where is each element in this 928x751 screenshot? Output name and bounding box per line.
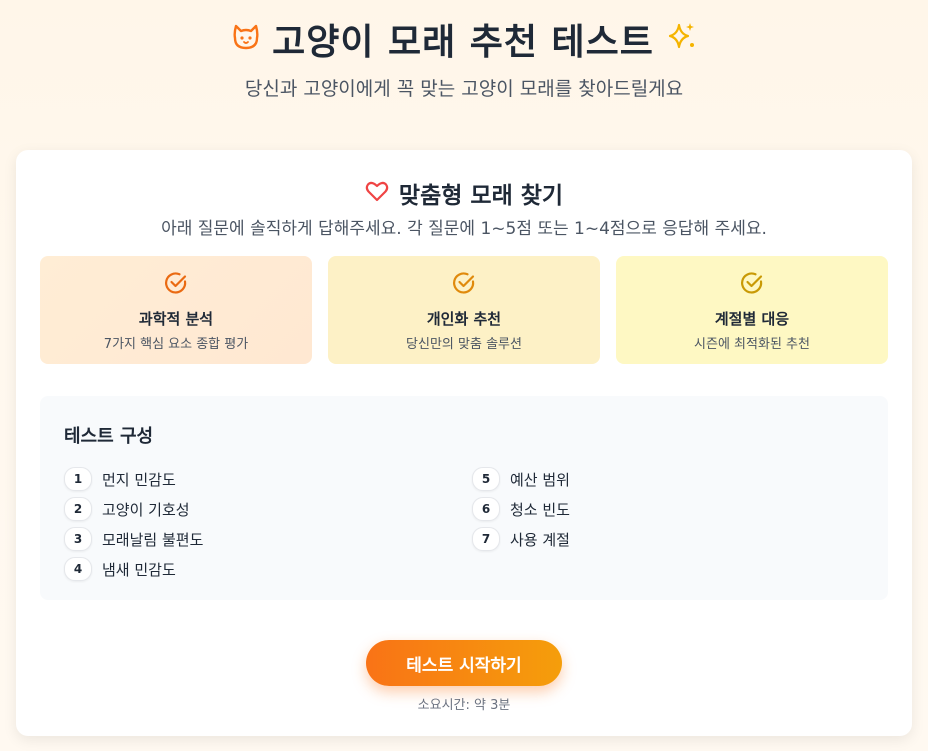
feature-title: 개인화 추천 — [426, 310, 502, 328]
item-number-badge: 4 — [64, 557, 92, 581]
list-item: 6 청소 빈도 — [472, 494, 570, 524]
feature-desc: 7가지 핵심 요소 종합 평가 — [103, 337, 249, 352]
check-circle-icon — [451, 272, 477, 300]
composition-title: 테스트 구성 — [64, 426, 154, 447]
item-label: 사용 계절 — [510, 530, 570, 549]
feature-title: 계절별 대응 — [714, 310, 790, 328]
feature-seasonal: 계절별 대응 시즌에 최적화된 추천 — [616, 256, 888, 364]
list-item: 7 사용 계절 — [472, 524, 570, 554]
item-number-badge: 7 — [472, 527, 500, 551]
item-label: 예산 범위 — [510, 470, 570, 489]
feature-desc: 당신만의 맞춤 솔루션 — [406, 337, 522, 352]
feature-desc: 시즌에 최적화된 추천 — [694, 337, 810, 352]
page-title: 고양이 모래 추천 테스트 — [272, 22, 654, 63]
title-row: 고양이 모래 추천 테스트 — [0, 14, 928, 64]
start-test-button[interactable]: 테스트 시작하기 — [366, 640, 562, 686]
test-card: 맞춤형 모래 찾기 아래 질문에 솔직하게 답해주세요. 각 질문에 1~5점 … — [16, 150, 912, 736]
list-item: 1 먼지 민감도 — [64, 464, 203, 494]
sparkles-icon — [664, 20, 698, 58]
duration-text: 소요시간: 약 3분 — [417, 698, 511, 713]
page-subtitle: 당신과 고양이에게 꼭 맞는 고양이 모래를 찾아드릴게요 — [244, 78, 684, 100]
item-number-badge: 3 — [64, 527, 92, 551]
card-title: 맞춤형 모래 찾기 — [398, 183, 564, 209]
page-header: 고양이 모래 추천 테스트 당신과 고양이에게 꼭 맞는 고양이 모래를 찾아드… — [0, 14, 928, 101]
list-item: 5 예산 범위 — [472, 464, 570, 494]
item-number-badge: 6 — [472, 497, 500, 521]
check-circle-icon — [739, 272, 765, 300]
feature-list: 과학적 분석 7가지 핵심 요소 종합 평가 개인화 추천 당신만의 맞춤 솔루… — [40, 256, 888, 364]
card-title-row: 맞춤형 모래 찾기 — [16, 176, 912, 210]
item-number-badge: 1 — [64, 467, 92, 491]
item-label: 고양이 기호성 — [102, 500, 190, 519]
list-item: 2 고양이 기호성 — [64, 494, 203, 524]
feature-title: 과학적 분석 — [138, 310, 214, 328]
list-item: 4 냄새 민감도 — [64, 554, 203, 584]
feature-personalized: 개인화 추천 당신만의 맞춤 솔루션 — [328, 256, 600, 364]
item-label: 냄새 민감도 — [102, 560, 176, 579]
item-number-badge: 5 — [472, 467, 500, 491]
feature-scientific-analysis: 과학적 분석 7가지 핵심 요소 종합 평가 — [40, 256, 312, 364]
item-label: 모래날림 불편도 — [102, 530, 204, 549]
item-number-badge: 2 — [64, 497, 92, 521]
item-label: 청소 빈도 — [510, 500, 570, 519]
card-description: 아래 질문에 솔직하게 답해주세요. 각 질문에 1~5점 또는 1~4점으로 … — [161, 219, 767, 239]
list-item: 3 모래날림 불편도 — [64, 524, 203, 554]
cat-icon — [230, 21, 262, 57]
heart-icon — [365, 180, 389, 206]
item-label: 먼지 민감도 — [102, 470, 176, 489]
check-circle-icon — [163, 272, 189, 300]
composition-column-right: 5 예산 범위 6 청소 빈도 7 사용 계절 — [472, 464, 570, 554]
composition-column-left: 1 먼지 민감도 2 고양이 기호성 3 모래날림 불편도 4 냄새 민감도 — [64, 464, 203, 584]
test-composition: 테스트 구성 1 먼지 민감도 2 고양이 기호성 3 모래날림 불편도 4 냄… — [40, 396, 888, 600]
